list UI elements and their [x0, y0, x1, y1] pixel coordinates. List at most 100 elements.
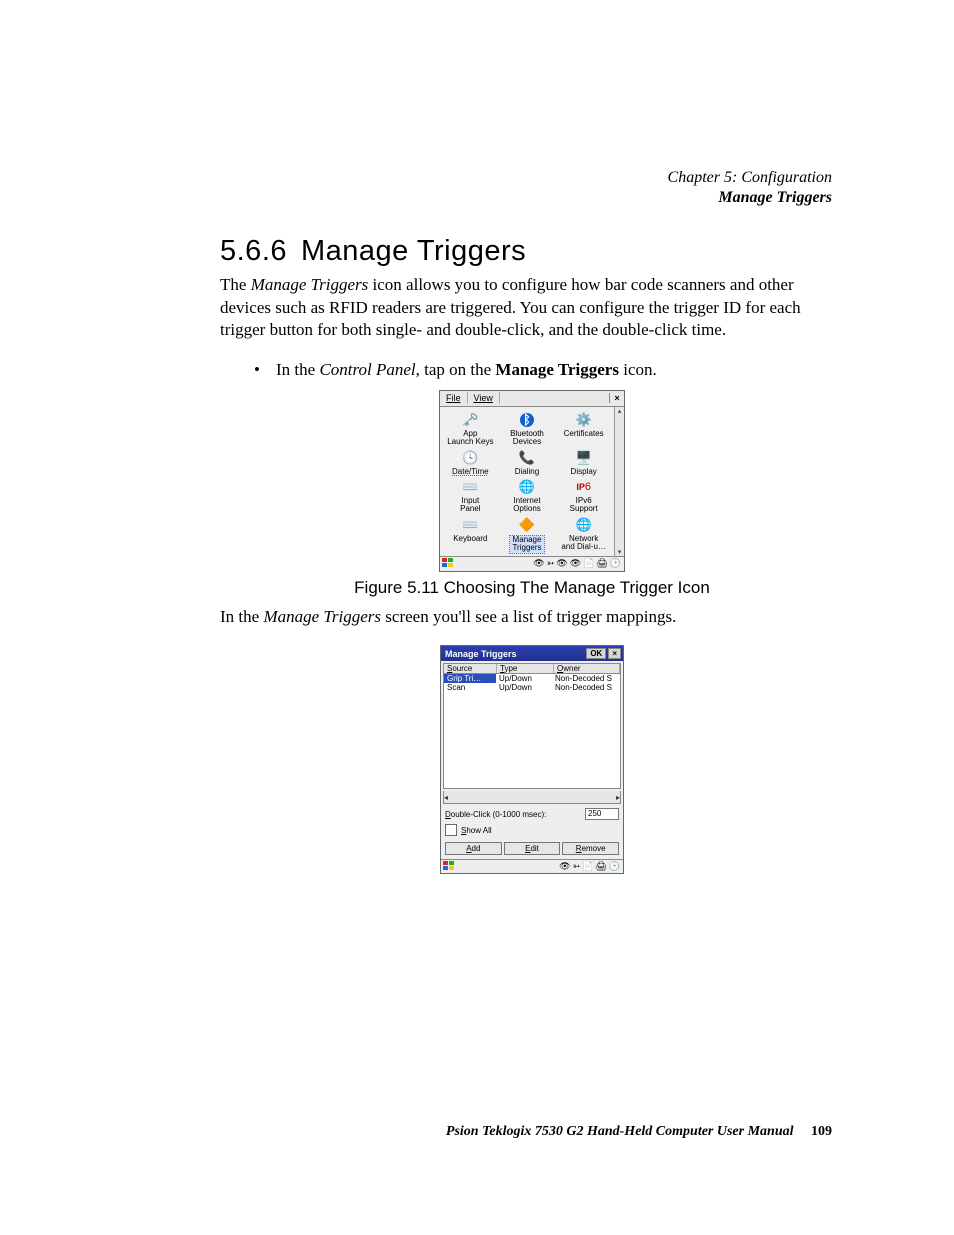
control-panel-item[interactable]: ⚙️Certificates [555, 411, 612, 447]
control-panel-item[interactable]: 🕓Date/Time [442, 449, 499, 476]
show-all-row[interactable]: Show All [445, 824, 619, 836]
item-label: AppLaunch Keys [447, 430, 493, 447]
header-type[interactable]: Type [497, 664, 554, 673]
para-2: In the Manage Triggers screen you'll see… [220, 606, 844, 629]
ok-button[interactable]: OK [586, 648, 606, 659]
page-number: 109 [811, 1124, 832, 1139]
control-panel-item[interactable]: ᛒBluetoothDevices [499, 411, 556, 447]
item-label: Display [571, 468, 597, 476]
cell-source: Scan [444, 683, 496, 692]
table-row[interactable]: Grip Tri…Up/DownNon-Decoded S [444, 674, 620, 683]
item-label: Networkand Dial-u… [561, 535, 605, 552]
item-label: Dialing [515, 468, 539, 476]
item-label: Date/Time [452, 468, 489, 476]
system-tray: 👁➳📄🖨🕒 [559, 861, 623, 872]
header-chapter: Chapter 5: Configuration [668, 168, 832, 188]
footer-text: Psion Teklogix 7530 G2 Hand-Held Compute… [446, 1124, 794, 1139]
item-icon: ⌨️ [460, 516, 480, 534]
header-section: Manage Triggers [668, 188, 832, 208]
control-panel-screenshot: File View × 🗝️AppLaunch KeysᛒBluetoothDe… [439, 390, 625, 572]
section-title: Manage Triggers [301, 235, 526, 267]
scroll-down-icon[interactable]: ▾ [618, 548, 622, 556]
show-all-label: Show All [461, 826, 492, 835]
double-click-row: Double-Click (0-1000 msec): 250 [445, 808, 619, 820]
control-panel-item[interactable]: 🗝️AppLaunch Keys [442, 411, 499, 447]
section-heading: 5.6.6 Manage Triggers [220, 235, 844, 268]
control-panel-item[interactable]: 🖥️Display [555, 449, 612, 476]
add-button[interactable]: Add [445, 842, 502, 855]
page-footer: Psion Teklogix 7530 G2 Hand-Held Compute… [446, 1124, 832, 1140]
tray-icon[interactable]: 🖨 [596, 558, 607, 569]
table-headers[interactable]: Source Type Owner [444, 664, 620, 674]
scrollbar[interactable]: ▴ ▾ [614, 407, 624, 556]
header-source[interactable]: Source [444, 664, 497, 673]
start-button[interactable] [440, 558, 456, 570]
cell-owner: Non-Decoded S [552, 683, 620, 692]
item-icon: 🔶 [517, 516, 537, 534]
double-click-input[interactable]: 250 [585, 808, 619, 820]
section-number: 5.6.6 [220, 235, 287, 267]
item-icon: 🌐 [574, 516, 594, 534]
tray-icon[interactable]: 👁 [559, 861, 570, 872]
horizontal-scrollbar[interactable]: ◂ ▸ [443, 791, 621, 804]
bullet-icon: • [252, 360, 262, 380]
remove-button[interactable]: Remove [562, 842, 619, 855]
item-icon: IP6 [574, 478, 594, 496]
item-label: Certificates [564, 430, 604, 438]
table-row[interactable]: ScanUp/DownNon-Decoded S [444, 683, 620, 692]
tray-icon[interactable]: 📄 [583, 558, 594, 569]
taskbar: 👁➳📄🖨🕒 [441, 859, 623, 873]
control-panel-item[interactable]: 📞Dialing [499, 449, 556, 476]
item-icon: 🖥️ [574, 449, 594, 467]
item-label: BluetoothDevices [510, 430, 544, 447]
header-owner[interactable]: Owner [554, 664, 620, 673]
instruction-bullet: • In the Control Panel, tap on the Manag… [252, 360, 844, 380]
item-icon: ᛒ [517, 411, 537, 429]
control-panel-item[interactable]: ⌨️InputPanel [442, 478, 499, 514]
tray-icon[interactable]: ➳ [547, 558, 555, 569]
taskbar: 👁➳👁👁📄🖨🕒 [440, 556, 624, 571]
scroll-right-icon[interactable]: ▸ [616, 793, 620, 802]
control-panel-item[interactable]: 🌐Networkand Dial-u… [555, 516, 612, 554]
control-panel-item[interactable]: ⌨️Keyboard [442, 516, 499, 554]
tray-icon[interactable]: 🕒 [610, 558, 621, 569]
tray-icon[interactable]: 🖨 [595, 861, 606, 872]
cell-type: Up/Down [496, 674, 552, 683]
close-button[interactable]: × [609, 393, 624, 403]
form-area: Double-Click (0-1000 msec): 250 Show All [441, 804, 623, 842]
system-tray: 👁➳👁👁📄🖨🕒 [533, 558, 624, 569]
cell-type: Up/Down [496, 683, 552, 692]
edit-button[interactable]: Edit [504, 842, 561, 855]
tray-icon[interactable]: 👁 [570, 558, 581, 569]
control-panel-item[interactable]: 🌐InternetOptions [499, 478, 556, 514]
scroll-left-icon[interactable]: ◂ [444, 793, 448, 802]
menu-view[interactable]: View [468, 392, 500, 404]
item-icon: ⌨️ [460, 478, 480, 496]
tray-icon[interactable]: ➳ [573, 861, 581, 872]
cell-owner: Non-Decoded S [552, 674, 620, 683]
item-icon: 🕓 [460, 449, 480, 467]
running-header: Chapter 5: Configuration Manage Triggers [668, 168, 832, 208]
control-panel-item[interactable]: IP6IPv6Support [555, 478, 612, 514]
bullet-text: In the Control Panel, tap on the Manage … [276, 360, 657, 380]
item-icon: 🗝️ [460, 411, 480, 429]
tray-icon[interactable]: 📄 [582, 861, 593, 872]
control-panel-item[interactable]: 🔶ManageTriggers [499, 516, 556, 554]
tray-icon[interactable]: 👁 [533, 558, 544, 569]
tray-icon[interactable]: 🕒 [609, 861, 620, 872]
start-button[interactable] [441, 861, 457, 873]
intro-paragraph: The Manage Triggers icon allows you to c… [220, 274, 844, 342]
triggers-table[interactable]: Source Type Owner Grip Tri…Up/DownNon-De… [443, 663, 621, 789]
figure-caption-1: Figure 5.11 Choosing The Manage Trigger … [220, 578, 844, 598]
menu-file[interactable]: File [440, 392, 468, 404]
close-button[interactable]: × [608, 648, 621, 659]
item-icon: 📞 [517, 449, 537, 467]
item-icon: ⚙️ [574, 411, 594, 429]
window-title: Manage Triggers [445, 649, 517, 659]
scroll-up-icon[interactable]: ▴ [618, 407, 622, 415]
tray-icon[interactable]: 👁 [556, 558, 567, 569]
show-all-checkbox[interactable] [445, 824, 457, 836]
control-panel-menubar: File View × [440, 391, 624, 407]
titlebar: Manage Triggers OK × [441, 646, 623, 661]
item-label: Keyboard [453, 535, 487, 543]
